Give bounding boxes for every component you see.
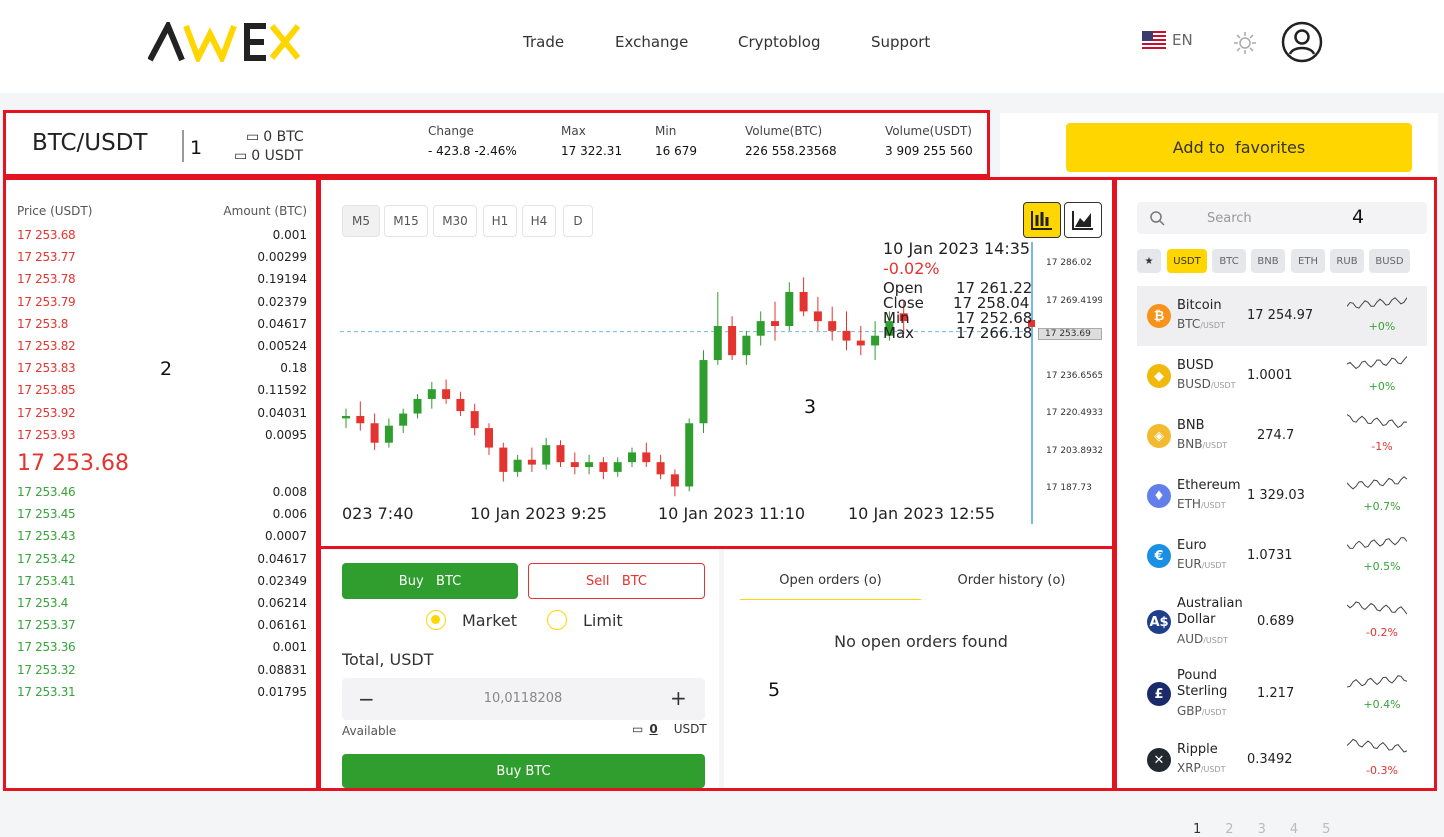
annotation-number-1: 1 xyxy=(190,137,203,159)
annotation-box-2 xyxy=(3,177,319,791)
annotation-box-4 xyxy=(1114,177,1437,791)
language-selector[interactable]: EN xyxy=(1142,31,1193,49)
awex-logo[interactable] xyxy=(148,22,300,62)
annotation-number-3: 3 xyxy=(804,396,817,418)
nav-exchange[interactable]: Exchange xyxy=(615,33,688,51)
us-flag-icon xyxy=(1142,31,1166,49)
add-to-favorites-button[interactable]: Add to favorites xyxy=(1066,123,1412,172)
annotation-number-5: 5 xyxy=(768,679,781,701)
nav-support[interactable]: Support xyxy=(871,33,930,51)
nav-cryptoblog[interactable]: Cryptoblog xyxy=(738,33,821,51)
nav-trade[interactable]: Trade xyxy=(523,33,564,51)
theme-toggle-icon[interactable] xyxy=(1232,30,1258,56)
user-profile-icon[interactable] xyxy=(1281,21,1323,63)
annotation-box-1 xyxy=(3,110,990,177)
annotation-box-5 xyxy=(318,546,1115,791)
annotation-number-4: 4 xyxy=(1352,206,1365,228)
language-label: EN xyxy=(1172,31,1193,49)
annotation-box-3 xyxy=(318,177,1115,549)
top-header: Trade Exchange Cryptoblog Support EN xyxy=(0,0,1444,93)
annotation-number-2: 2 xyxy=(160,358,173,380)
